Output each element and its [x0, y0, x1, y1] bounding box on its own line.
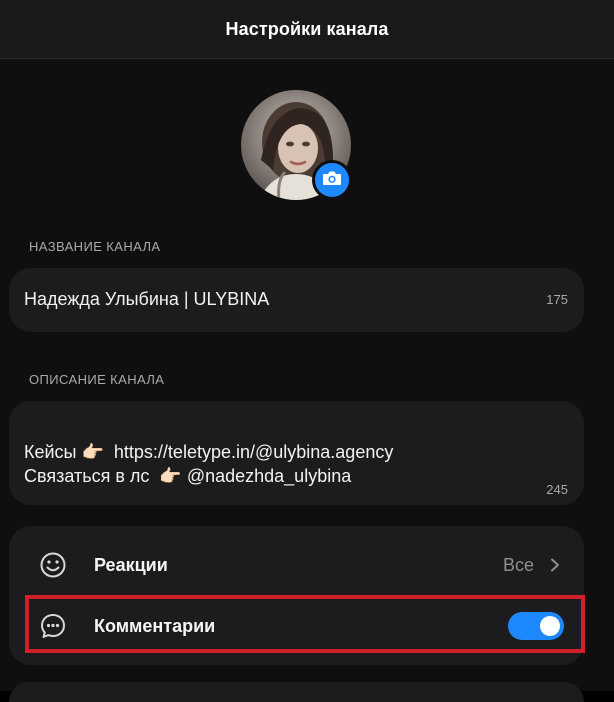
change-photo-button[interactable] — [312, 160, 352, 200]
channel-name-field[interactable]: Надежда Улыбина | ULYBINA 175 — [9, 268, 584, 332]
toggle-knob — [540, 616, 560, 636]
channel-name-value: Надежда Улыбина | ULYBINA — [24, 289, 270, 309]
comments-row[interactable]: Комментарии — [9, 596, 584, 656]
comments-toggle[interactable] — [508, 612, 564, 640]
reactions-label: Реакции — [94, 554, 168, 575]
channel-name-section-label: НАЗВАНИЕ КАНАЛА — [29, 239, 161, 254]
page-title: Настройки канала — [225, 18, 389, 39]
comment-bubble-icon — [39, 612, 67, 640]
channel-avatar-container — [241, 90, 352, 200]
next-settings-card — [9, 682, 584, 702]
channel-description-field[interactable]: Кейсы 👉🏻 https://teletype.in/@ulybina.ag… — [9, 401, 584, 505]
chevron-right-icon — [548, 558, 562, 572]
reactions-row[interactable]: Реакции Все — [9, 535, 584, 595]
channel-description-section-label: ОПИСАНИЕ КАНАЛА — [29, 372, 165, 387]
smile-icon — [39, 551, 67, 579]
channel-description-char-counter: 245 — [546, 482, 568, 497]
reactions-value: Все — [502, 554, 534, 575]
channel-options-card: Реакции Все Комментарии — [9, 526, 584, 665]
camera-icon — [322, 170, 342, 191]
channel-description-value: Кейсы 👉🏻 https://teletype.in/@ulybina.ag… — [24, 442, 394, 486]
comments-label: Комментарии — [94, 615, 216, 636]
header-bar: Настройки канала — [0, 0, 614, 59]
channel-name-char-counter: 175 — [546, 292, 568, 307]
